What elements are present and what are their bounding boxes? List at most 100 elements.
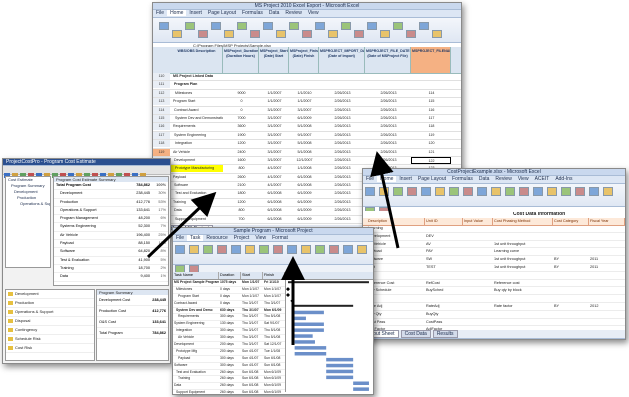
task-cell[interactable]: Thu 5/1/08: [263, 335, 285, 341]
task-cell[interactable]: Thu 3/1/07: [241, 328, 263, 334]
gantt-bar[interactable]: [353, 381, 369, 386]
table-cell[interactable]: Cost Pass: [367, 319, 425, 326]
table-cell[interactable]: [589, 287, 625, 294]
table-cell[interactable]: 2/26/2013: [319, 182, 365, 189]
table-cell[interactable]: [463, 233, 493, 240]
ribbon-button-icon[interactable]: [175, 245, 185, 254]
ribbon-tab[interactable]: Project: [231, 235, 253, 241]
task-cell[interactable]: Sat 12/1/07: [263, 342, 285, 348]
task-row[interactable]: Payload 300 days Sun 4/1/07 Sun 6/1/08: [173, 356, 285, 363]
task-cell[interactable]: 260 days: [219, 376, 241, 382]
task-cell[interactable]: 200 days: [219, 342, 241, 348]
ribbon-button-icon[interactable]: [406, 30, 416, 38]
ribbon-tab[interactable]: Review: [492, 176, 514, 182]
list-item[interactable]: Operations & Support: [6, 308, 94, 317]
table-cell[interactable]: 0: [223, 98, 259, 105]
table-cell[interactable]: [425, 272, 463, 279]
task-cell[interactable]: 200 days: [219, 349, 241, 355]
ribbon-button-icon[interactable]: [379, 187, 389, 196]
table-cell[interactable]: Support Equipment: [171, 216, 223, 223]
table-cell[interactable]: Reference cost: [493, 280, 553, 287]
task-cell[interactable]: Sun 6/1/08: [241, 383, 263, 389]
ribbon-button-icon[interactable]: [519, 187, 529, 196]
table-cell[interactable]: [289, 81, 319, 88]
table-row[interactable]: Software SW 1st unit throughput BY 2011: [363, 256, 625, 264]
table-cell[interactable]: 2/26/2013: [365, 98, 411, 105]
table-cell[interactable]: BuySched: [425, 287, 463, 294]
task-row[interactable]: Development 200 days Thu 3/1/07 Sat 12/1/07: [173, 342, 285, 349]
table-cell[interactable]: 700: [223, 216, 259, 223]
table-cell[interactable]: 0: [223, 107, 259, 114]
list-item[interactable]: Contingency: [6, 326, 94, 335]
table-cell[interactable]: 1200: [223, 199, 259, 206]
table-cell[interactable]: System Dev and Demonstration: [171, 115, 223, 122]
ribbon-tab[interactable]: Formulas: [449, 176, 476, 182]
ribbon-button-icon[interactable]: [315, 22, 325, 30]
table-cell[interactable]: DEV: [425, 233, 463, 240]
task-cell[interactable]: 260 days: [219, 390, 241, 394]
task-cell[interactable]: Requirements: [173, 314, 219, 320]
estimate-row[interactable]: Data 9,400 1%: [54, 273, 168, 282]
task-cell[interactable]: Thu 3/1/07: [241, 301, 263, 307]
gantt-bar[interactable]: [353, 387, 369, 391]
table-cell[interactable]: 6/1/2008: [259, 207, 289, 214]
sheet-tab[interactable]: Cost Data: [400, 330, 431, 338]
ribbon-tab[interactable]: Insert: [396, 176, 415, 182]
task-cell[interactable]: System Dev and Demo: [173, 308, 219, 314]
column-header[interactable]: WBS/OBS Description: [171, 47, 223, 73]
table-cell[interactable]: Payload: [171, 174, 223, 181]
table-cell[interactable]: BuyQty: [425, 311, 463, 318]
task-row[interactable]: System Dev and Demo 630 days Thu 3/1/07 Mon…: [173, 308, 285, 315]
list-item[interactable]: Production: [6, 299, 94, 308]
table-cell[interactable]: PAY: [425, 248, 463, 255]
ribbon-tab[interactable]: Resource: [203, 235, 230, 241]
table-row[interactable]: TestTEST 1st unit throughputBY2011: [363, 264, 625, 272]
gantt-bar[interactable]: [292, 328, 324, 332]
table-row[interactable]: Rate Adj RateAdj Rate factor BY 2012: [363, 303, 625, 311]
task-cell[interactable]: Air Vehicle: [173, 335, 219, 341]
ribbon-tab[interactable]: Home: [167, 10, 187, 16]
table-row[interactable]: Development DEV: [363, 233, 625, 241]
gantt-bar[interactable]: [292, 334, 313, 338]
ribbon-button-icon[interactable]: [159, 22, 169, 30]
table-cell[interactable]: 9/1/2007: [289, 132, 319, 139]
table-cell[interactable]: 2012: [589, 303, 625, 310]
table-cell[interactable]: 2/26/2013: [365, 123, 411, 130]
table-cell[interactable]: Rate factor: [493, 303, 553, 310]
ribbon-button-icon[interactable]: [421, 187, 431, 196]
ribbon-button-icon[interactable]: [435, 187, 445, 196]
task-cell[interactable]: Sat 9/1/07: [263, 321, 285, 327]
table-cell[interactable]: 2100: [223, 182, 259, 189]
table-cell[interactable]: Buy Schedule: [367, 287, 425, 294]
column-header[interactable]: Unit ID: [425, 218, 463, 225]
task-cell[interactable]: Training: [173, 376, 219, 382]
table-cell[interactable]: [319, 73, 365, 80]
gantt-bar[interactable]: [292, 304, 354, 307]
table-cell[interactable]: [463, 264, 493, 271]
table-row[interactable]: Buy Schedule BuySched Buy qty by block: [363, 287, 625, 296]
table-cell[interactable]: Program Start: [171, 98, 223, 105]
task-cell[interactable]: Mon 6/1/09: [263, 390, 285, 394]
estimate-row[interactable]: Systems Engineering 52,300 7%: [54, 223, 168, 232]
table-cell[interactable]: [463, 303, 493, 310]
table-cell[interactable]: Prototype Manufacturing: [171, 165, 223, 173]
ribbon-button-icon[interactable]: [449, 187, 459, 196]
table-cell[interactable]: [463, 272, 493, 279]
task-cell[interactable]: Data: [173, 383, 219, 389]
task-cell[interactable]: Thu 3/1/07: [241, 335, 263, 341]
column-header[interactable]: MSProject_Duration (Duration Hours): [223, 47, 259, 73]
task-cell[interactable]: 0 days: [219, 294, 241, 300]
ribbon-button-icon[interactable]: [172, 30, 182, 38]
table-cell[interactable]: 2/26/2013: [365, 107, 411, 114]
estimate-row[interactable]: Payload 88,150 11%: [54, 240, 168, 249]
task-cell[interactable]: Program Start: [173, 294, 219, 300]
estimate-row[interactable]: Software 64,820 8%: [54, 248, 168, 257]
task-cell[interactable]: 1075 days: [219, 280, 241, 286]
table-cell[interactable]: Program Plan: [171, 81, 223, 88]
task-cell[interactable]: 300 days: [219, 335, 241, 341]
task-row[interactable]: Milestones 0 days Mon 1/1/07 Mon 1/1/07: [173, 287, 285, 294]
table-cell[interactable]: RateAdj: [425, 303, 463, 310]
estimate-row[interactable]: Total Program Cost 784,862 100%: [54, 182, 168, 191]
gantt-bar[interactable]: [326, 369, 354, 374]
table-cell[interactable]: 2/26/2013: [319, 107, 365, 114]
